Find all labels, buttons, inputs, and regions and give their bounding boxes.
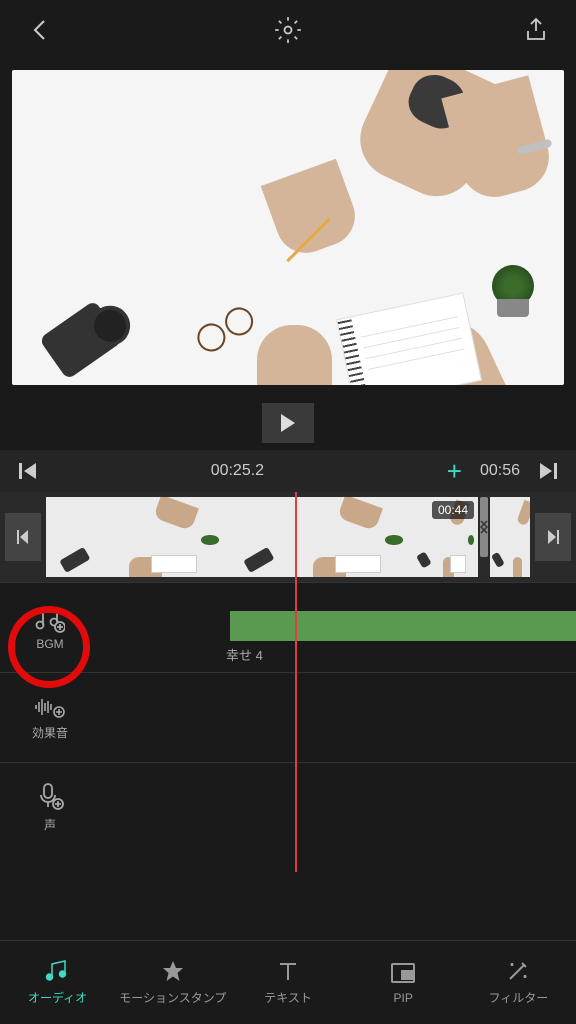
tab-pip[interactable]: PIP bbox=[346, 941, 461, 1024]
play-button[interactable] bbox=[262, 403, 314, 443]
back-button[interactable] bbox=[20, 10, 60, 50]
video-track[interactable]: 00:44 bbox=[0, 492, 576, 582]
current-time: 00:25.2 bbox=[46, 462, 429, 480]
tab-pip-label: PIP bbox=[394, 991, 413, 1005]
sfx-track[interactable]: 効果音 bbox=[0, 672, 576, 762]
tab-audio-label: オーディオ bbox=[28, 989, 87, 1006]
playhead[interactable] bbox=[295, 492, 297, 872]
text-icon bbox=[276, 959, 300, 983]
tab-motion-stamp[interactable]: モーションスタンプ bbox=[115, 941, 230, 1024]
clip-duration-badge: 00:44 bbox=[432, 501, 474, 519]
bgm-track[interactable]: BGM 幸せ 4 bbox=[0, 582, 576, 672]
add-clip-button[interactable]: + bbox=[429, 456, 480, 487]
tab-text[interactable]: テキスト bbox=[230, 941, 345, 1024]
audio-icon bbox=[45, 959, 71, 983]
preview-frame bbox=[12, 70, 564, 385]
trim-left-button[interactable] bbox=[5, 513, 41, 561]
video-clip[interactable] bbox=[230, 497, 414, 577]
tab-motion-label: モーションスタンプ bbox=[119, 989, 226, 1006]
bgm-clip[interactable] bbox=[230, 611, 576, 641]
goto-start-button[interactable] bbox=[10, 453, 46, 489]
clip-handle[interactable] bbox=[480, 497, 488, 557]
tab-filter-label: フィルター bbox=[489, 989, 549, 1006]
star-icon bbox=[160, 959, 186, 983]
video-clip[interactable] bbox=[46, 497, 230, 577]
goto-end-button[interactable] bbox=[530, 453, 566, 489]
export-button[interactable] bbox=[516, 10, 556, 50]
sfx-label: 効果音 bbox=[32, 724, 68, 741]
settings-button[interactable] bbox=[268, 10, 308, 50]
tab-filter[interactable]: フィルター bbox=[461, 941, 576, 1024]
video-clip[interactable]: 00:44 bbox=[414, 497, 478, 577]
wand-icon bbox=[506, 959, 530, 983]
video-preview[interactable] bbox=[12, 70, 564, 385]
pip-icon bbox=[390, 961, 416, 985]
trim-right-button[interactable] bbox=[535, 513, 571, 561]
voice-track[interactable]: 声 bbox=[0, 762, 576, 852]
bgm-clip-name: 幸せ 4 bbox=[226, 645, 263, 664]
mic-add-icon bbox=[36, 782, 64, 812]
total-time: 00:56 bbox=[480, 462, 530, 480]
waveform-add-icon bbox=[34, 694, 66, 720]
tab-audio[interactable]: オーディオ bbox=[0, 941, 115, 1024]
highlight-circle bbox=[8, 606, 90, 688]
voice-label: 声 bbox=[44, 816, 56, 833]
tab-text-label: テキスト bbox=[264, 989, 312, 1006]
video-clip[interactable] bbox=[490, 497, 530, 577]
